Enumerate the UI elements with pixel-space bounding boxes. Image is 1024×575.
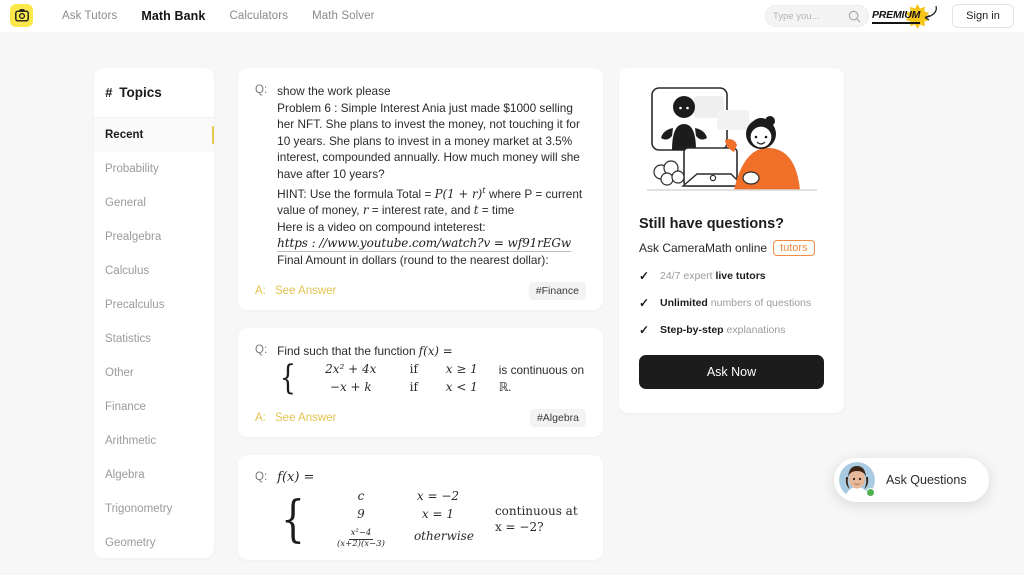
see-answer-link[interactable]: See Answer	[275, 412, 336, 424]
question-card[interactable]: Q: show the work please Problem 6 : Simp…	[238, 68, 603, 310]
tutors-chip[interactable]: tutors	[773, 240, 815, 256]
piecewise-function: { c x = −2 9 x = 1 x²−4 (x+2)(x−3) other…	[277, 488, 586, 550]
piecewise-row: 2x² + 4x if x ≥ 1	[325, 362, 478, 377]
ask-questions-widget[interactable]: Ask Questions	[834, 458, 989, 502]
sidebar-item-general[interactable]: General	[94, 186, 214, 220]
function-notation: f(x) =	[277, 469, 315, 485]
piecewise-rows: 2x² + 4x if x ≥ 1 −x + k if x < 1	[305, 361, 493, 395]
sidebar-item-algebra[interactable]: Algebra	[94, 458, 214, 492]
question-row: Q: show the work please Problem 6 : Simp…	[255, 83, 586, 269]
hash-icon: #	[105, 85, 113, 100]
feature-text: Step-by-step explanations	[660, 324, 786, 336]
sidebar-item-prealgebra[interactable]: Prealgebra	[94, 220, 214, 254]
cameramath-logo[interactable]	[10, 4, 33, 27]
search-icon[interactable]	[848, 10, 861, 23]
function-notation: f(x) =	[418, 343, 453, 358]
nav-item-ask-tutors[interactable]: Ask Tutors	[50, 10, 129, 22]
check-icon: ✓	[639, 323, 650, 337]
brace-icon: {	[281, 490, 305, 549]
video-url[interactable]: https : //www.youtube.com/watch?v = wf91…	[277, 235, 571, 253]
video-line: Here is a video on compound inteterest:	[277, 219, 486, 234]
question-card[interactable]: Q: f(x) = { c x = −2 9 x = 1 x²−4 (x+2)(…	[238, 454, 603, 560]
question-row: Q: f(x) = { c x = −2 9 x = 1 x²−4 (x+2)(…	[255, 470, 586, 550]
final-amount-line: Final Amount in dollars (round to the ne…	[277, 253, 549, 268]
question-label: Q:	[255, 343, 268, 356]
top-header: Ask Tutors Math Bank Calculators Math So…	[0, 0, 1024, 32]
question-lead: Find such that the function f(x) =	[277, 343, 453, 358]
fraction: x²−4 (x+2)(x−3)	[336, 528, 385, 550]
avatar-wrapper	[839, 462, 875, 498]
sidebar-item-statistics[interactable]: Statistics	[94, 322, 214, 356]
topics-title: Topics	[119, 85, 162, 100]
promo-heading: Still have questions?	[639, 216, 785, 232]
question-list: Q: show the work please Problem 6 : Simp…	[238, 68, 603, 575]
piecewise-row: x²−4 (x+2)(x−3) otherwise	[336, 528, 474, 550]
question-card[interactable]: Q: Find such that the function f(x) = { …	[238, 327, 603, 437]
app-root: Ask Tutors Math Bank Calculators Math So…	[0, 0, 1024, 575]
piecewise-row: −x + k if x < 1	[329, 380, 478, 395]
search-box[interactable]	[765, 5, 869, 27]
promo-subheading: Ask CameraMath online tutors	[639, 240, 824, 256]
topics-sidebar: # Topics Recent Probability General Prea…	[94, 68, 214, 558]
piecewise-function: { 2x² + 4x if x ≥ 1 −x + k if x < 1 is c…	[277, 361, 586, 395]
question-label: Q:	[255, 84, 268, 96]
nav-item-calculators[interactable]: Calculators	[217, 10, 300, 22]
sidebar-item-probability[interactable]: Probability	[94, 152, 214, 186]
feature-item: ✓ Step-by-step explanations	[639, 323, 824, 337]
answer-label: A:	[255, 411, 266, 424]
sidebar-item-arithmetic[interactable]: Arithmetic	[94, 424, 214, 458]
question-row: Q: Find such that the function f(x) = { …	[255, 343, 586, 396]
main-nav: Ask Tutors Math Bank Calculators Math So…	[50, 0, 387, 32]
premium-label: PREMIUM	[872, 9, 920, 24]
see-answer-link[interactable]: See Answer	[275, 285, 336, 297]
topics-header: # Topics	[94, 68, 214, 118]
answer-label: A:	[255, 284, 266, 297]
ask-now-button[interactable]: Ask Now	[639, 355, 824, 389]
question-text: Problem 6 : Simple Interest Ania just ma…	[277, 100, 580, 181]
question-body: f(x) = { c x = −2 9 x = 1 x²−4 (x+2)(x−3…	[277, 470, 586, 550]
piecewise-row: 9 x = 1	[357, 506, 454, 521]
topic-tag[interactable]: #Algebra	[529, 408, 586, 427]
nav-item-math-bank[interactable]: Math Bank	[129, 9, 217, 23]
camera-icon	[14, 9, 29, 22]
feature-item: ✓ Unlimited numbers of questions	[639, 296, 824, 310]
continuity-statement: continuous at x = −2?	[494, 503, 578, 535]
feature-text: Unlimited numbers of questions	[660, 297, 812, 309]
online-status-dot	[866, 488, 875, 497]
topic-tag[interactable]: #Finance	[528, 281, 586, 300]
check-icon: ✓	[639, 296, 650, 310]
continuity-statement: is continuous on ℝ.	[498, 362, 585, 394]
nav-item-math-solver[interactable]: Math Solver	[300, 10, 386, 22]
feature-item: ✓ 24/7 expert live tutors	[639, 269, 824, 283]
promo-panel: Still have questions? Ask CameraMath onl…	[619, 68, 844, 413]
sidebar-item-other[interactable]: Other	[94, 356, 214, 390]
sidebar-item-precalculus[interactable]: Precalculus	[94, 288, 214, 322]
check-icon: ✓	[639, 269, 650, 283]
sidebar-item-trigonometry[interactable]: Trigonometry	[94, 492, 214, 526]
curved-arrow-icon	[924, 5, 937, 21]
sidebar-item-geometry[interactable]: Geometry	[94, 526, 214, 558]
question-body: show the work please Problem 6 : Simple …	[277, 83, 586, 269]
search-input[interactable]	[773, 10, 845, 22]
brace-icon: {	[279, 357, 297, 398]
ask-questions-label: Ask Questions	[886, 473, 967, 487]
sign-in-button[interactable]: Sign in	[952, 4, 1014, 28]
piecewise-row: c x = −2	[357, 489, 460, 504]
answer-row: A: See Answer #Finance	[255, 281, 586, 300]
question-body: Find such that the function f(x) = { 2x²…	[277, 343, 586, 396]
feature-text: 24/7 expert live tutors	[660, 270, 766, 282]
question-title: show the work please	[277, 84, 391, 98]
sidebar-item-recent[interactable]: Recent	[94, 118, 214, 152]
tutoring-illustration	[647, 87, 817, 191]
sidebar-item-calculus[interactable]: Calculus	[94, 254, 214, 288]
answer-row: A: See Answer #Algebra	[255, 408, 586, 427]
piecewise-rows: c x = −2 9 x = 1 x²−4 (x+2)(x−3) otherwi…	[315, 488, 481, 550]
question-label: Q:	[255, 470, 268, 483]
premium-badge[interactable]: PREMIUM	[872, 3, 940, 29]
hint-formula: P(1 + r)	[434, 186, 483, 201]
sidebar-item-finance[interactable]: Finance	[94, 390, 214, 424]
question-hint: HINT: Use the formula Total = P(1 + r)t …	[277, 185, 583, 218]
promo-sub-text: Ask CameraMath online	[639, 241, 768, 255]
